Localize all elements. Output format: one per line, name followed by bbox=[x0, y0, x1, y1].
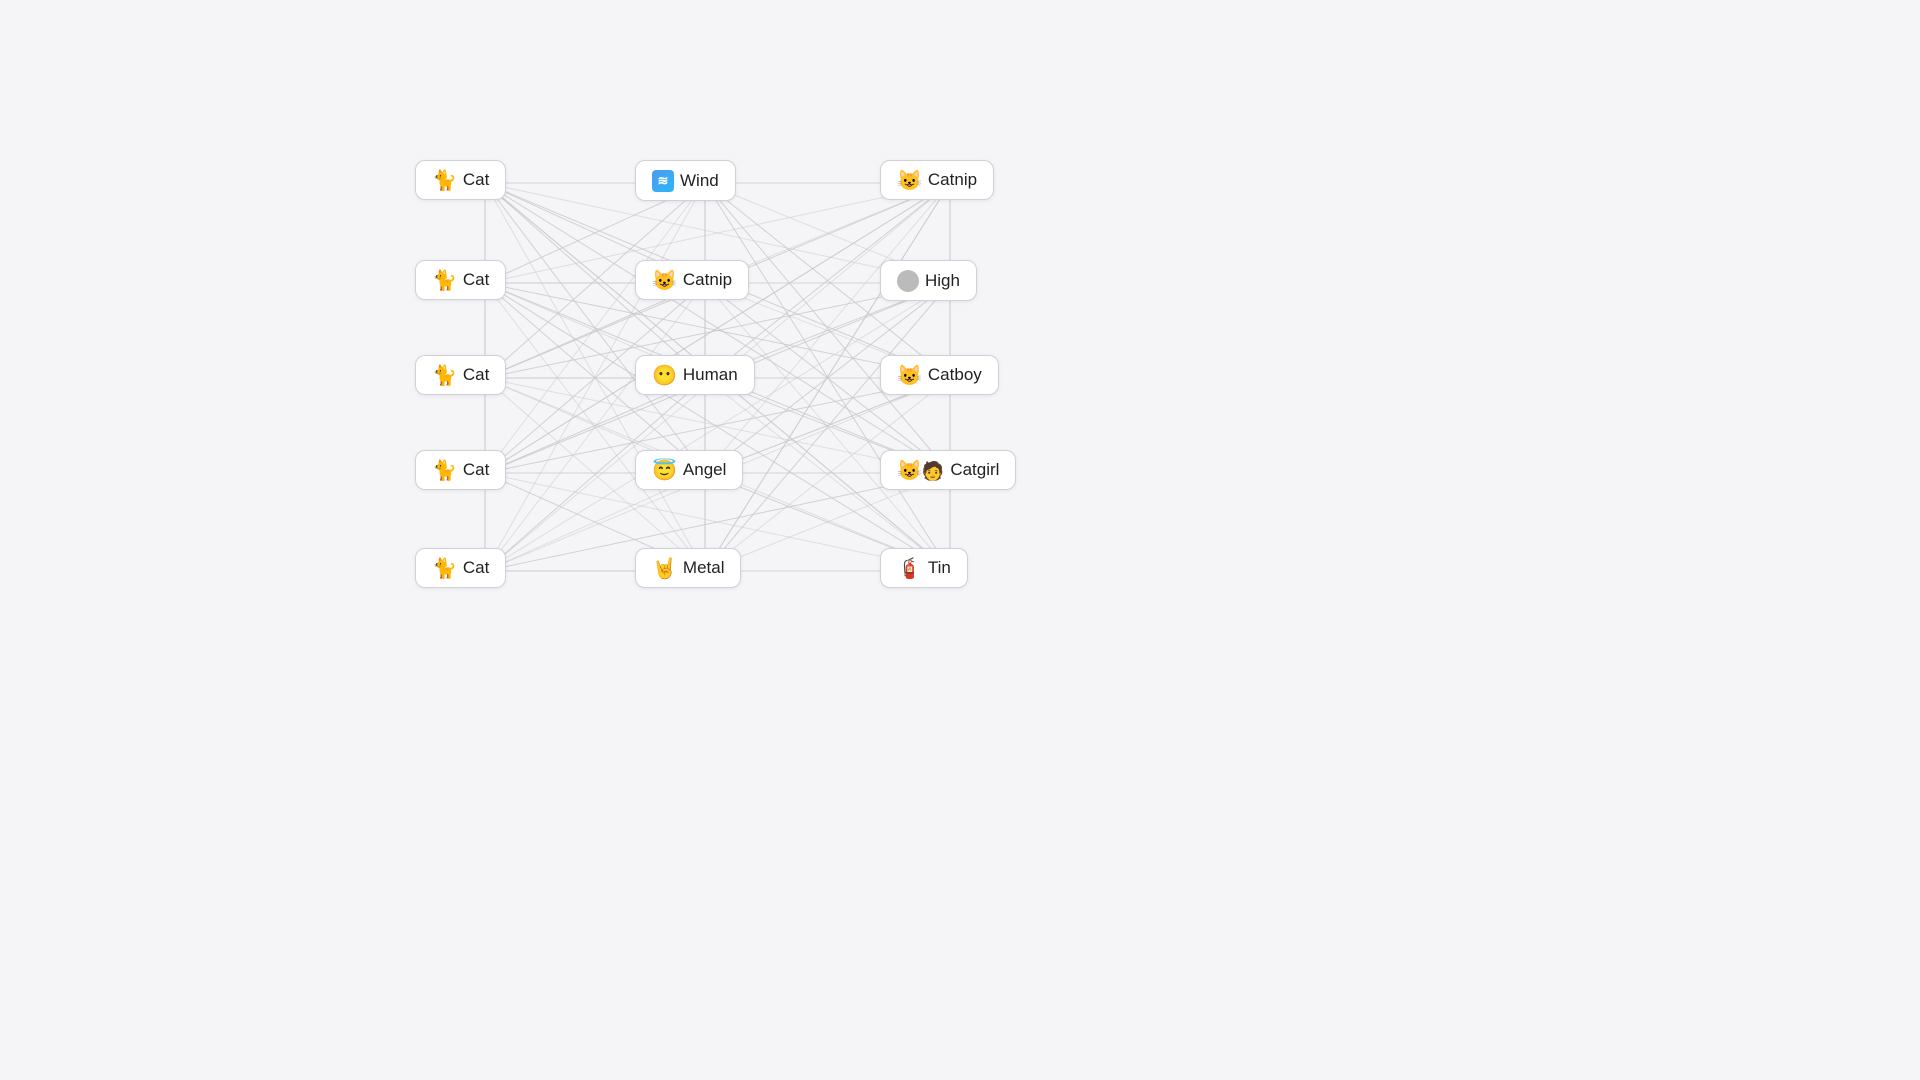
node-cat4[interactable]: 🐈 Cat bbox=[415, 450, 506, 490]
node-icon-cat1: 🐈 bbox=[432, 169, 457, 191]
node-label-human: Human bbox=[683, 365, 738, 385]
node-label-cat2: Cat bbox=[463, 270, 489, 290]
node-wind[interactable]: ≋ Wind bbox=[635, 160, 736, 201]
node-label-catnip1: Catnip bbox=[928, 170, 977, 190]
node-label-cat5: Cat bbox=[463, 558, 489, 578]
node-metal[interactable]: 🤘 Metal bbox=[635, 548, 741, 588]
canvas-area: 🐈 Cat ≋ Wind 😺 Catnip 🐈 Cat 😺 Catnip High 🐈 Cat 😶 Huma… bbox=[0, 0, 1920, 1080]
node-icon-human: 😶 bbox=[652, 364, 677, 386]
node-label-wind: Wind bbox=[680, 171, 719, 191]
node-icon-angel: 😇 bbox=[652, 459, 677, 481]
node-catnip1[interactable]: 😺 Catnip bbox=[880, 160, 994, 200]
node-label-metal: Metal bbox=[683, 558, 725, 578]
node-catboy[interactable]: 😺 Catboy bbox=[880, 355, 999, 395]
node-label-angel: Angel bbox=[683, 460, 726, 480]
node-icon-catnip1: 😺 bbox=[897, 169, 922, 191]
node-icon-catgirl: 😺🧑 bbox=[897, 459, 944, 481]
node-cat3[interactable]: 🐈 Cat bbox=[415, 355, 506, 395]
node-label-high: High bbox=[925, 271, 960, 291]
node-label-catboy: Catboy bbox=[928, 365, 982, 385]
node-icon-cat5: 🐈 bbox=[432, 557, 457, 579]
node-icon-cat2: 🐈 bbox=[432, 269, 457, 291]
node-cat1[interactable]: 🐈 Cat bbox=[415, 160, 506, 200]
node-icon-cat3: 🐈 bbox=[432, 364, 457, 386]
node-icon-cat4: 🐈 bbox=[432, 459, 457, 481]
node-label-cat4: Cat bbox=[463, 460, 489, 480]
node-icon-high bbox=[897, 269, 919, 292]
node-label-catgirl: Catgirl bbox=[950, 460, 999, 480]
node-label-catnip2: Catnip bbox=[683, 270, 732, 290]
node-human[interactable]: 😶 Human bbox=[635, 355, 755, 395]
node-cat5[interactable]: 🐈 Cat bbox=[415, 548, 506, 588]
node-icon-catboy: 😺 bbox=[897, 364, 922, 386]
node-label-cat1: Cat bbox=[463, 170, 489, 190]
node-label-tin: Tin bbox=[928, 558, 951, 578]
node-angel[interactable]: 😇 Angel bbox=[635, 450, 743, 490]
node-cat2[interactable]: 🐈 Cat bbox=[415, 260, 506, 300]
node-label-cat3: Cat bbox=[463, 365, 489, 385]
node-icon-wind: ≋ bbox=[652, 169, 674, 192]
node-catgirl[interactable]: 😺🧑 Catgirl bbox=[880, 450, 1016, 490]
node-catnip2[interactable]: 😺 Catnip bbox=[635, 260, 749, 300]
node-icon-catnip2: 😺 bbox=[652, 269, 677, 291]
node-high[interactable]: High bbox=[880, 260, 977, 301]
node-tin[interactable]: 🧯 Tin bbox=[880, 548, 968, 588]
node-icon-metal: 🤘 bbox=[652, 557, 677, 579]
node-icon-tin: 🧯 bbox=[897, 557, 922, 579]
